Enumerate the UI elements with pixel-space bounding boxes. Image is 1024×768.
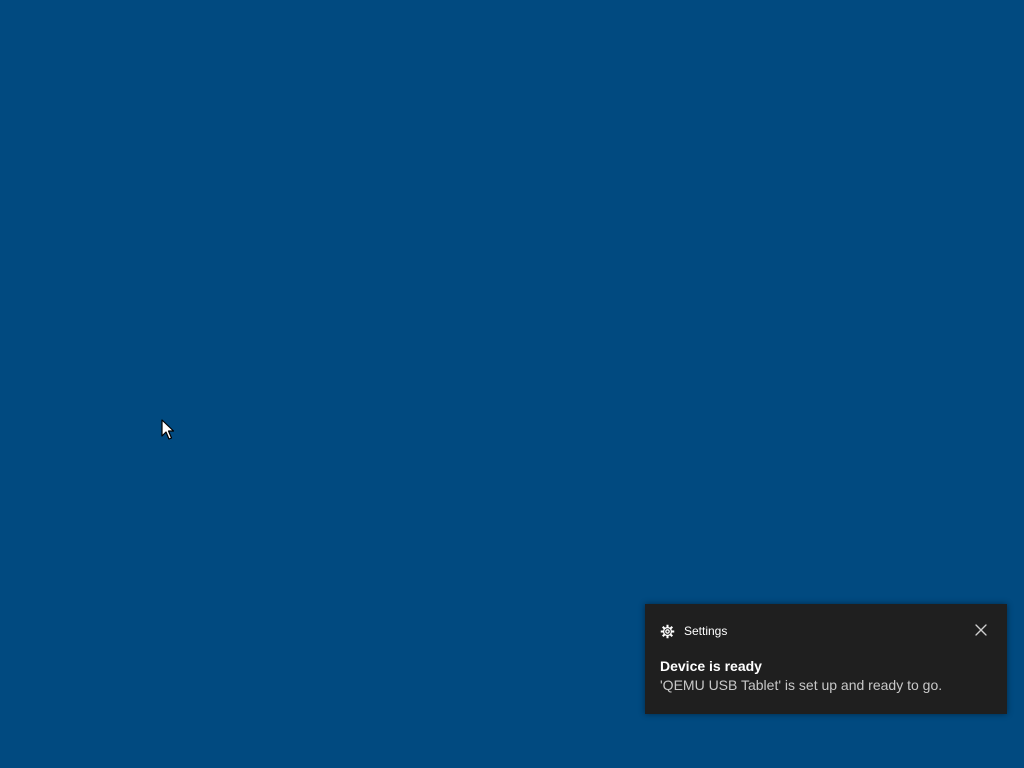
notification-body: 'QEMU USB Tablet' is set up and ready to…	[660, 677, 943, 693]
notification-app-name: Settings	[684, 624, 728, 638]
notification-header: Settings	[660, 623, 727, 639]
gear-icon	[660, 624, 675, 638]
notification-title: Device is ready	[660, 658, 762, 674]
mouse-cursor-icon	[161, 419, 175, 440]
notification-toast[interactable]: Settings Device is ready 'QEMU USB Table…	[645, 604, 1007, 714]
close-icon[interactable]	[973, 622, 989, 638]
